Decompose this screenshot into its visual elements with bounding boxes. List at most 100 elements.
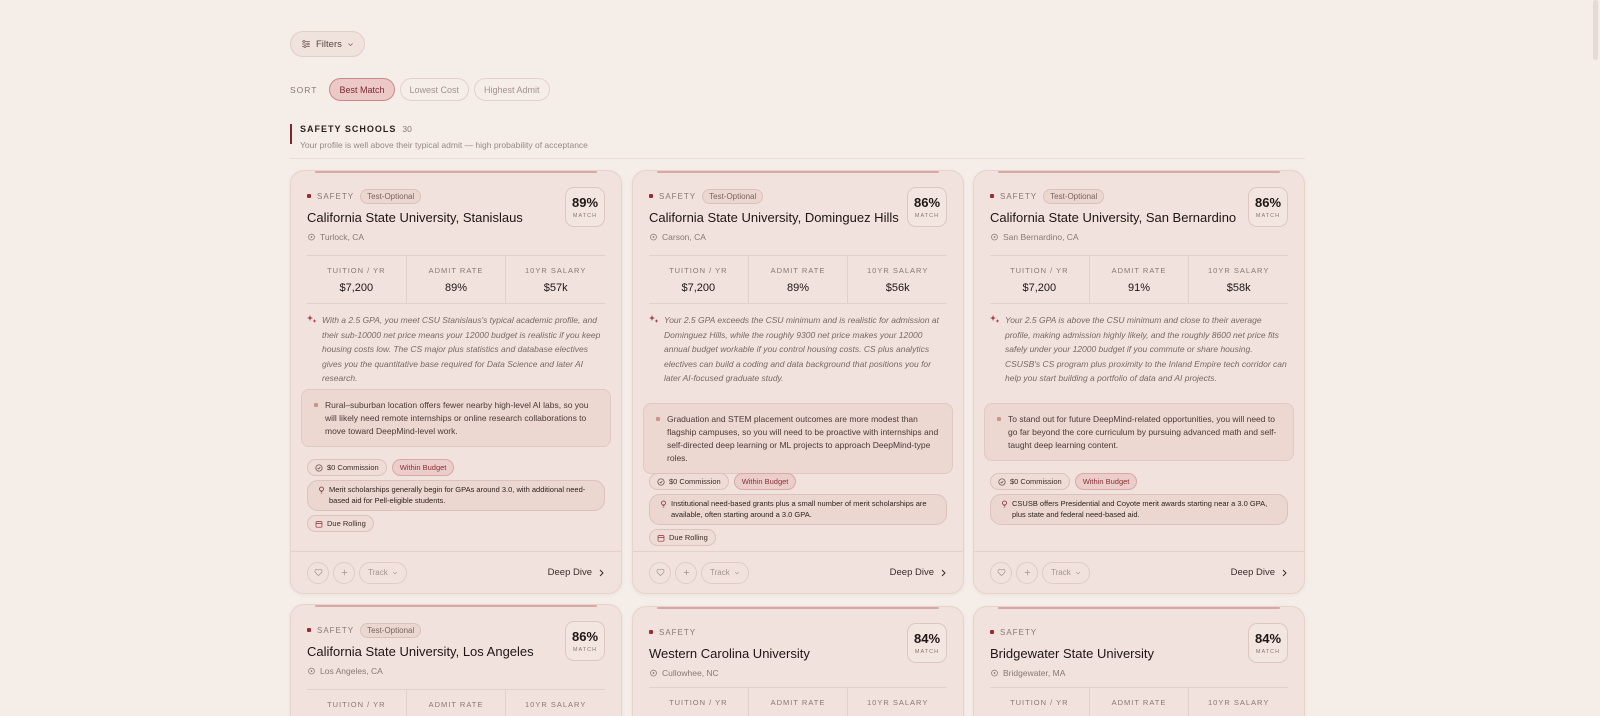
note-text: Rural–suburban location offers fewer nea… — [325, 400, 589, 436]
admit-value: 91% — [1127, 282, 1151, 294]
match-badge: 86% MATCH — [907, 187, 947, 227]
commission-chip: $0 Commission — [649, 473, 729, 490]
salary-label: 10YR SALARY — [1208, 698, 1270, 707]
admit-value: 89% — [786, 282, 810, 294]
check-circle-icon — [657, 477, 665, 486]
match-label: MATCH — [914, 649, 940, 655]
sort-best-match[interactable]: Best Match — [329, 78, 395, 101]
commission-chip: $0 Commission — [307, 459, 387, 476]
due-chip: Due Rolling — [307, 515, 374, 532]
test-optional-tag: Test-Optional — [360, 622, 422, 638]
stats-row: TUITION / YR $7,200 ADMIT RATE 89% 10YR SA… — [307, 255, 605, 304]
favorite-button[interactable] — [649, 561, 671, 584]
within-budget-chip: Within Budget — [1074, 473, 1138, 490]
add-button[interactable] — [1016, 561, 1038, 584]
check-circle-icon — [315, 463, 323, 472]
sort-label: SORT — [290, 84, 318, 95]
school-name[interactable]: Bridgewater State University — [990, 646, 1288, 661]
tier-dot — [649, 194, 653, 198]
heart-icon — [997, 568, 1005, 577]
location-pin-icon — [991, 233, 998, 240]
sliders-icon — [302, 40, 310, 48]
salary-value: $56k — [885, 282, 910, 294]
match-badge: 86% MATCH — [565, 621, 605, 661]
school-name[interactable]: California State University, San Bernard… — [990, 210, 1288, 225]
tier-dot — [649, 630, 653, 634]
test-optional-tag: Test-Optional — [702, 188, 764, 204]
location-pin-icon — [991, 669, 998, 676]
sparkle-icon — [990, 315, 1000, 323]
school-location: Los Angeles, CA — [320, 666, 383, 676]
location-pin-icon — [650, 233, 657, 240]
school-name[interactable]: California State University, Los Angeles — [307, 644, 605, 659]
sparkle-icon — [649, 315, 659, 323]
tuition-label: TUITION / YR — [1010, 266, 1069, 275]
match-badge: 86% MATCH — [1248, 187, 1288, 227]
admit-label: ADMIT RATE — [428, 266, 484, 275]
stats-row: TUITION / YR $7,200 ADMIT RATE 89% 10YR SA… — [649, 255, 947, 304]
note-bullet — [997, 417, 1001, 421]
salary-label: 10YR SALARY — [867, 698, 929, 707]
tuition-label: TUITION / YR — [327, 266, 386, 275]
salary-label: 10YR SALARY — [1208, 266, 1270, 275]
match-badge: 84% MATCH — [1248, 623, 1288, 663]
tuition-value: $7,200 — [339, 282, 374, 294]
admit-label: ADMIT RATE — [1111, 266, 1167, 275]
plus-icon — [683, 569, 689, 576]
favorite-button[interactable] — [307, 561, 329, 584]
section-count: 30 — [402, 124, 412, 134]
school-name[interactable]: California State University, Stanislaus — [307, 210, 605, 225]
match-badge: 84% MATCH — [907, 623, 947, 663]
consideration-note: Rural–suburban location offers fewer nea… — [301, 389, 611, 447]
match-label: MATCH — [1255, 213, 1281, 219]
note-bullet — [656, 417, 660, 421]
match-label: MATCH — [572, 647, 598, 653]
tuition-value: $7,200 — [681, 282, 716, 294]
deep-dive-link[interactable]: Deep Dive — [1231, 567, 1288, 578]
salary-value: $57k — [543, 282, 568, 294]
school-card[interactable]: SAFETY Test-Optional California State Uni… — [290, 170, 622, 594]
school-name[interactable]: Western Carolina University — [649, 646, 947, 661]
school-card[interactable]: SAFETY Test-Optional California State Uni… — [290, 604, 622, 716]
section-title: SAFETY SCHOOLS 30 — [300, 124, 412, 134]
chevron-down-icon — [734, 571, 739, 574]
page-scrollbar[interactable] — [1593, 0, 1598, 60]
match-label: MATCH — [914, 213, 940, 219]
tier-label: SAFETY — [317, 625, 355, 635]
track-button[interactable]: Track — [701, 561, 749, 584]
admit-label: ADMIT RATE — [770, 698, 826, 707]
tuition-label: TUITION / YR — [669, 266, 728, 275]
school-card[interactable]: SAFETY Test-Optional California State Uni… — [973, 170, 1305, 594]
sparkle-icon — [307, 315, 317, 323]
add-button[interactable] — [675, 561, 697, 584]
admit-value: 89% — [444, 282, 468, 294]
school-card[interactable]: SAFETY Western Carolina University Cullo… — [632, 606, 964, 716]
school-card[interactable]: SAFETY Test-Optional California State Uni… — [632, 170, 964, 594]
section-divider — [290, 158, 1305, 159]
match-score: 86% — [913, 195, 941, 210]
aid-text: Institutional need-based grants plus a s… — [671, 499, 927, 519]
aid-chip: CSUSB offers Presidential and Coyote mer… — [990, 494, 1288, 525]
track-button[interactable]: Track — [359, 561, 407, 584]
track-button[interactable]: Track — [1042, 561, 1090, 584]
consideration-note: Graduation and STEM placement outcomes a… — [643, 403, 953, 474]
commission-chip: $0 Commission — [990, 473, 1070, 490]
chevron-right-icon — [599, 569, 604, 576]
add-button[interactable] — [333, 561, 355, 584]
note-text: To stand out for future DeepMind-related… — [1008, 414, 1277, 450]
bulb-icon — [319, 486, 324, 494]
sort-highest-admit[interactable]: Highest Admit — [474, 78, 550, 101]
test-optional-tag: Test-Optional — [1043, 188, 1105, 204]
deep-dive-link[interactable]: Deep Dive — [548, 567, 605, 578]
chevron-right-icon — [1282, 569, 1287, 576]
school-card[interactable]: SAFETY Bridgewater State University Brid… — [973, 606, 1305, 716]
sort-lowest-cost[interactable]: Lowest Cost — [399, 78, 470, 101]
section-subtitle: Your profile is well above their typical… — [300, 140, 588, 150]
calendar-icon — [315, 520, 323, 528]
deep-dive-link[interactable]: Deep Dive — [890, 567, 947, 578]
within-budget-chip: Within Budget — [733, 473, 797, 490]
filters-button[interactable]: Filters — [290, 31, 365, 57]
tuition-label: TUITION / YR — [327, 700, 386, 709]
favorite-button[interactable] — [990, 561, 1012, 584]
school-name[interactable]: California State University, Dominguez H… — [649, 210, 947, 225]
